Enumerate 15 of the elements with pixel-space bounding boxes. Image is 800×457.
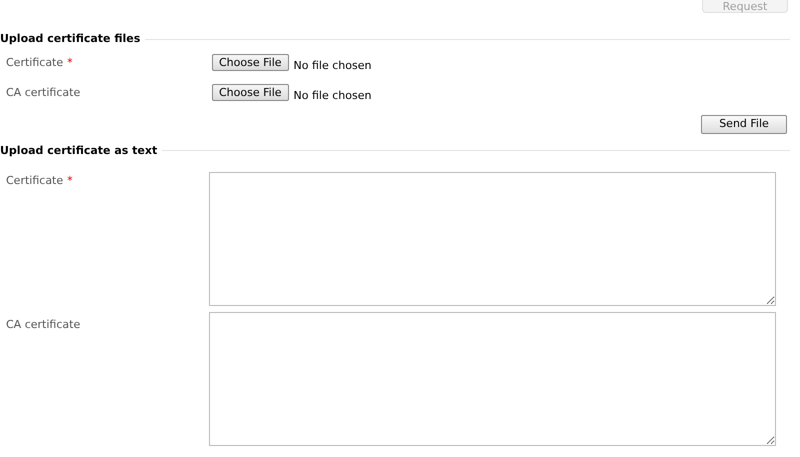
file-status: No file chosen <box>294 88 372 104</box>
required-mark: * <box>67 173 73 189</box>
file-status: No file chosen <box>294 58 372 74</box>
send-file-button[interactable]: Send File <box>701 114 787 134</box>
certificate-text-field[interactable] <box>209 172 776 306</box>
field-label: Certificate <box>6 54 64 70</box>
section-heading: Upload certificate as text <box>0 142 158 158</box>
certificate-text-field[interactable] <box>209 312 776 446</box>
field-label: Certificate <box>6 173 64 189</box>
choose-file-button[interactable]: Choose File <box>212 84 289 100</box>
section-heading: Upload certificate files <box>0 31 140 47</box>
required-mark: * <box>67 54 73 70</box>
choose-file-button[interactable]: Choose File <box>212 54 289 70</box>
field-label: CA certificate <box>6 317 80 333</box>
field-label: CA certificate <box>6 84 80 100</box>
